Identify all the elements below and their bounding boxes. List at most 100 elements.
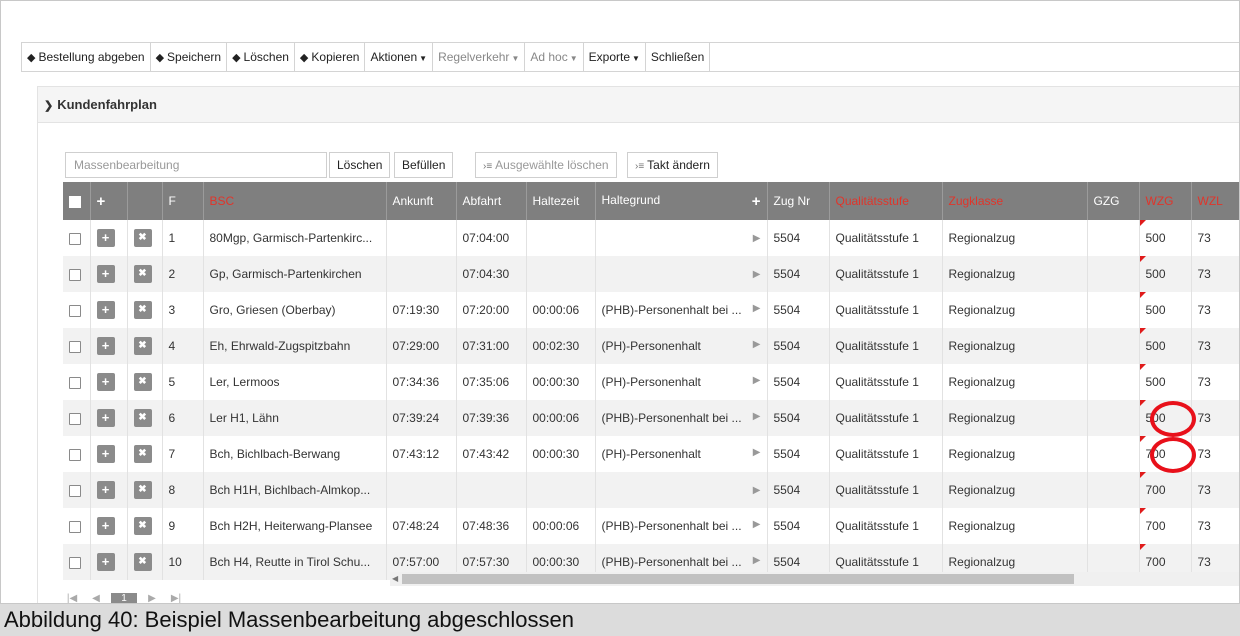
row-add-button[interactable]: + bbox=[90, 328, 128, 364]
cell-qualitaet[interactable]: Qualitätsstufe 1 bbox=[829, 256, 943, 292]
cell-wzg[interactable]: 500 bbox=[1139, 256, 1192, 292]
cell-gzg[interactable] bbox=[1087, 508, 1140, 544]
cell-gzg[interactable] bbox=[1087, 364, 1140, 400]
cell-qualitaet[interactable]: Qualitätsstufe 1 bbox=[829, 292, 943, 328]
cell-wzg[interactable]: 500 bbox=[1139, 292, 1192, 328]
toolbar-button-speichern[interactable]: ◆ Speichern bbox=[151, 43, 228, 71]
cell-ankunft[interactable]: 07:43:12 bbox=[386, 436, 457, 472]
cell-abfahrt[interactable]: 07:39:36 bbox=[456, 400, 527, 436]
row-add-button[interactable]: + bbox=[90, 220, 128, 256]
cell-gzg[interactable] bbox=[1087, 292, 1140, 328]
cell-abfahrt[interactable]: 07:20:00 bbox=[456, 292, 527, 328]
table-row[interactable]: + ✖ 1 80Mgp, Garmisch-Partenkirc... 07:04:00… bbox=[63, 220, 1239, 256]
cell-qualitaet[interactable]: Qualitätsstufe 1 bbox=[829, 364, 943, 400]
cell-ankunft[interactable] bbox=[386, 256, 457, 292]
cell-haltegrund[interactable]: ▶ bbox=[595, 472, 768, 508]
table-row[interactable]: + ✖ 7 Bch, Bichlbach-Berwang 07:43:12 07:43:4… bbox=[63, 436, 1239, 472]
cell-wzl[interactable]: 73 bbox=[1191, 508, 1239, 544]
cell-abfahrt[interactable]: 07:31:00 bbox=[456, 328, 527, 364]
cell-f[interactable]: 10 bbox=[162, 544, 204, 580]
cell-zugklasse[interactable]: Regionalzug bbox=[942, 472, 1088, 508]
table-row[interactable]: + ✖ 9 Bch H2H, Heiterwang-Plansee 07:48:24 07… bbox=[63, 508, 1239, 544]
row-delete-button[interactable]: ✖ bbox=[127, 544, 163, 580]
cell-abfahrt[interactable]: 07:43:42 bbox=[456, 436, 527, 472]
cell-f[interactable]: 9 bbox=[162, 508, 204, 544]
toolbar-button-aktionen[interactable]: Aktionen ▼ bbox=[365, 43, 434, 71]
toolbar-button-schlie-en[interactable]: Schließen bbox=[646, 43, 711, 71]
cell-haltegrund[interactable]: (PHB)-Personenhalt bei ... ▶ bbox=[595, 292, 768, 328]
cell-haltegrund[interactable]: ▶ bbox=[595, 256, 768, 292]
cell-qualitaet[interactable]: Qualitätsstufe 1 bbox=[829, 472, 943, 508]
row-delete-button[interactable]: ✖ bbox=[127, 292, 163, 328]
row-checkbox[interactable] bbox=[63, 220, 91, 256]
cell-haltezeit[interactable]: 00:00:06 bbox=[526, 508, 596, 544]
cell-haltegrund[interactable]: (PHB)-Personenhalt bei ... ▶ bbox=[595, 400, 768, 436]
col-qualitaetsstufe[interactable]: Qualitätsstufe bbox=[829, 182, 943, 220]
cell-wzl[interactable]: 73 bbox=[1191, 472, 1239, 508]
cell-qualitaet[interactable]: Qualitätsstufe 1 bbox=[829, 220, 943, 256]
cell-haltezeit[interactable] bbox=[526, 256, 596, 292]
row-delete-button[interactable]: ✖ bbox=[127, 400, 163, 436]
row-checkbox[interactable] bbox=[63, 256, 91, 292]
cell-wzl[interactable]: 73 bbox=[1191, 256, 1239, 292]
col-haltegrund[interactable]: Haltegrund + bbox=[595, 182, 768, 220]
cell-f[interactable]: 1 bbox=[162, 220, 204, 256]
fill-button[interactable]: Befüllen bbox=[394, 152, 454, 178]
cell-zugnr[interactable]: 5504 bbox=[767, 472, 830, 508]
row-add-button[interactable]: + bbox=[90, 544, 128, 580]
row-add-button[interactable]: + bbox=[90, 436, 128, 472]
cell-bsc[interactable]: Gro, Griesen (Oberbay) bbox=[203, 292, 387, 328]
cell-wzg[interactable]: 500 bbox=[1139, 328, 1192, 364]
play-icon[interactable]: ▶ bbox=[753, 303, 761, 314]
play-icon[interactable]: ▶ bbox=[753, 269, 761, 280]
cell-zugklasse[interactable]: Regionalzug bbox=[942, 400, 1088, 436]
cell-wzl[interactable]: 73 bbox=[1191, 292, 1239, 328]
table-row[interactable]: + ✖ 6 Ler H1, Lähn 07:39:24 07:39:36 00:00:06(… bbox=[63, 400, 1239, 436]
cell-haltegrund[interactable]: (PH)-Personenhalt ▶ bbox=[595, 436, 768, 472]
play-icon[interactable]: ▶ bbox=[753, 375, 761, 386]
toolbar-button-regelverkehr[interactable]: Regelverkehr ▼ bbox=[433, 43, 526, 71]
mass-edit-input[interactable] bbox=[65, 152, 327, 178]
cell-bsc[interactable]: 80Mgp, Garmisch-Partenkirc... bbox=[203, 220, 387, 256]
row-delete-button[interactable]: ✖ bbox=[127, 364, 163, 400]
play-icon[interactable]: ▶ bbox=[753, 519, 761, 530]
cell-zugklasse[interactable]: Regionalzug bbox=[942, 436, 1088, 472]
cell-haltegrund[interactable]: (PHB)-Personenhalt bei ... ▶ bbox=[595, 508, 768, 544]
cell-haltegrund[interactable]: ▶ bbox=[595, 220, 768, 256]
cell-zugnr[interactable]: 5504 bbox=[767, 364, 830, 400]
cell-zugnr[interactable]: 5504 bbox=[767, 436, 830, 472]
cell-ankunft[interactable]: 07:39:24 bbox=[386, 400, 457, 436]
cell-wzg[interactable]: 500 bbox=[1139, 364, 1192, 400]
cell-abfahrt[interactable]: 07:48:36 bbox=[456, 508, 527, 544]
mass-delete-button[interactable]: Löschen bbox=[329, 152, 391, 178]
cell-qualitaet[interactable]: Qualitätsstufe 1 bbox=[829, 328, 943, 364]
scrollbar-thumb[interactable] bbox=[402, 574, 1074, 584]
cell-haltezeit[interactable]: 00:00:30 bbox=[526, 364, 596, 400]
cell-bsc[interactable]: Bch H1H, Bichlbach-Almkop... bbox=[203, 472, 387, 508]
row-delete-button[interactable]: ✖ bbox=[127, 220, 163, 256]
cell-haltezeit[interactable]: 00:00:06 bbox=[526, 400, 596, 436]
cell-haltezeit[interactable] bbox=[526, 220, 596, 256]
cell-ankunft[interactable]: 07:19:30 bbox=[386, 292, 457, 328]
first-page-icon[interactable]: |◀ bbox=[63, 593, 81, 603]
play-icon[interactable]: ▶ bbox=[753, 339, 761, 350]
row-add-button[interactable]: + bbox=[90, 364, 128, 400]
cell-wzg[interactable]: 700 bbox=[1139, 508, 1192, 544]
cell-qualitaet[interactable]: Qualitätsstufe 1 bbox=[829, 436, 943, 472]
row-checkbox[interactable] bbox=[63, 292, 91, 328]
cell-haltegrund[interactable]: (PH)-Personenhalt ▶ bbox=[595, 364, 768, 400]
col-bsc[interactable]: BSC bbox=[203, 182, 387, 220]
cell-zugklasse[interactable]: Regionalzug bbox=[942, 256, 1088, 292]
prev-page-icon[interactable]: ◀ bbox=[87, 593, 105, 603]
cell-zugnr[interactable]: 5504 bbox=[767, 508, 830, 544]
select-all-checkbox[interactable] bbox=[63, 182, 91, 220]
cell-abfahrt[interactable]: 07:04:30 bbox=[456, 256, 527, 292]
cell-wzl[interactable]: 73 bbox=[1191, 436, 1239, 472]
cell-zugnr[interactable]: 5504 bbox=[767, 400, 830, 436]
cell-gzg[interactable] bbox=[1087, 256, 1140, 292]
col-ankunft[interactable]: Ankunft bbox=[386, 182, 457, 220]
cell-zugklasse[interactable]: Regionalzug bbox=[942, 292, 1088, 328]
cell-abfahrt[interactable]: 07:04:00 bbox=[456, 220, 527, 256]
cell-haltezeit[interactable]: 00:00:30 bbox=[526, 436, 596, 472]
cell-gzg[interactable] bbox=[1087, 400, 1140, 436]
